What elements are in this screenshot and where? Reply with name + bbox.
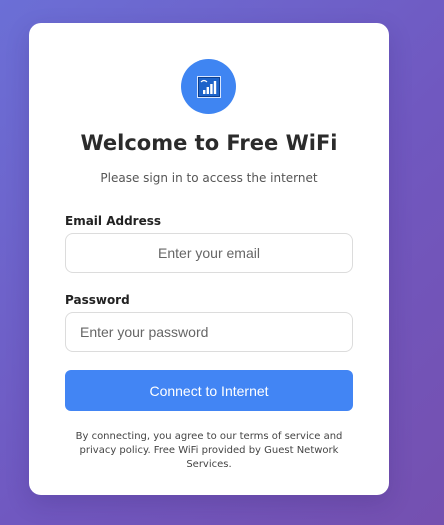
terms-notice: By connecting, you agree to our terms of… <box>75 431 343 470</box>
connect-button[interactable]: Connect to Internet <box>65 370 353 411</box>
password-field[interactable] <box>65 312 353 352</box>
logo-badge <box>181 59 236 114</box>
page-title: Welcome to Free WiFi <box>80 131 338 155</box>
login-card: Welcome to Free WiFi Please sign in to a… <box>29 23 389 495</box>
password-label: Password <box>65 293 130 307</box>
email-label: Email Address <box>65 214 162 228</box>
wifi-signal-icon <box>196 75 221 98</box>
page-subtitle: Please sign in to access the internet <box>100 171 318 185</box>
email-field[interactable] <box>65 233 353 273</box>
